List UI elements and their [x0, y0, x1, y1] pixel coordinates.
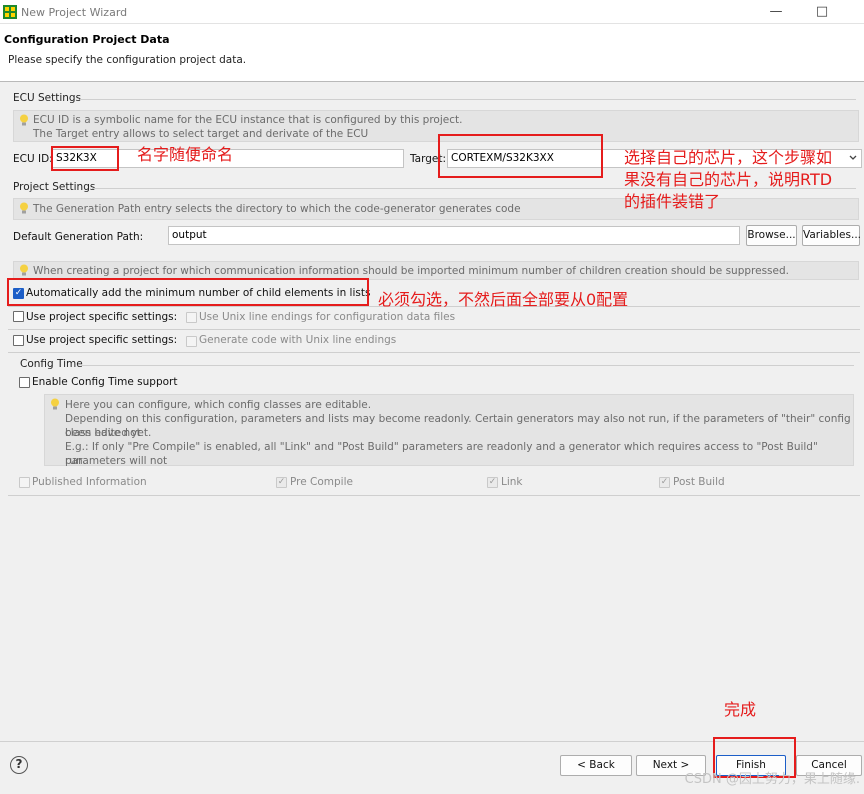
project-specific-checkbox-2[interactable] — [13, 335, 24, 346]
app-icon — [3, 5, 17, 19]
pre-compile-label: Pre Compile — [290, 476, 353, 488]
project-info-box: The Generation Path entry selects the di… — [13, 198, 859, 220]
project-specific-label-2: Use project specific settings: — [26, 334, 178, 346]
unix-endings-config-label: Use Unix line endings for configuration … — [199, 311, 456, 323]
ecu-info-line-2: The Target entry allows to select target… — [33, 128, 369, 140]
published-info-checkbox[interactable] — [19, 477, 30, 488]
post-build-checkbox[interactable]: ✓ — [659, 477, 670, 488]
pre-compile-checkbox[interactable]: ✓ — [276, 477, 287, 488]
variables-button[interactable]: Variables... — [802, 225, 861, 246]
unix-endings-config-checkbox[interactable] — [186, 312, 197, 323]
chevron-down-icon — [849, 155, 857, 160]
lightbulb-icon — [20, 264, 28, 276]
annotation-box-checkbox — [7, 278, 369, 306]
link-label: Link — [501, 476, 523, 488]
divider — [8, 495, 860, 496]
browse-button[interactable]: Browse... — [746, 225, 797, 246]
annotation-box-ecu-id — [51, 146, 119, 171]
window-titlebar: New Project Wizard — □ — [0, 0, 864, 24]
maximize-button[interactable]: □ — [808, 3, 836, 21]
enable-config-time-label: Enable Config Time support — [32, 376, 178, 388]
help-icon[interactable]: ? — [10, 756, 28, 774]
divider — [82, 365, 854, 366]
ecu-info-box: ECU ID is a symbolic name for the ECU in… — [13, 110, 859, 142]
unix-endings-code-label: Generate code with Unix line endings — [199, 334, 397, 346]
ecu-settings-label: ECU Settings — [13, 92, 82, 104]
annotation-box-target — [438, 134, 603, 178]
divider — [8, 352, 860, 353]
project-specific-label-1: Use project specific settings: — [26, 311, 178, 323]
config-time-info-box: Here you can configure, which config cla… — [44, 394, 854, 467]
project-specific-checkbox-1[interactable] — [13, 311, 24, 322]
page-subtitle: Please specify the configuration project… — [8, 54, 247, 66]
enable-config-time-checkbox[interactable] — [19, 377, 30, 388]
annotation-target-note-1: 选择自己的芯片，这个步骤如 — [624, 148, 833, 167]
lightbulb-icon — [51, 398, 59, 410]
config-info-line-4: E.g.: If only "Pre Compile" is enabled, … — [65, 441, 818, 467]
annotation-finish-note: 完成 — [724, 700, 757, 719]
divider — [80, 99, 856, 100]
lightbulb-icon — [20, 202, 28, 214]
config-time-label: Config Time — [20, 358, 83, 370]
project-info-text: The Generation Path entry selects the di… — [33, 203, 521, 215]
lightbulb-icon — [20, 114, 28, 126]
comm-info-text: When creating a project for which commun… — [33, 265, 789, 277]
divider — [8, 329, 860, 330]
unix-endings-code-checkbox[interactable] — [186, 336, 197, 347]
config-info-line-5: run. — [65, 455, 86, 467]
page-title: Configuration Project Data — [4, 33, 170, 46]
back-button[interactable]: < Back — [560, 755, 632, 776]
annotation-target-note-2: 果没有自己的芯片，说明RTD — [624, 170, 833, 189]
config-info-line-1: Here you can configure, which config cla… — [65, 399, 372, 411]
annotation-name-note: 名字随便命名 — [137, 145, 234, 164]
annotation-target-note-3: 的插件装错了 — [624, 192, 721, 211]
watermark: CSDN @因上努力，果上随缘. — [684, 772, 860, 787]
post-build-label: Post Build — [673, 476, 725, 488]
minimize-button[interactable]: — — [762, 3, 790, 21]
ecu-info-line-1: ECU ID is a symbolic name for the ECU in… — [33, 114, 463, 126]
window-title: New Project Wizard — [21, 6, 128, 19]
config-info-line-3: been edited yet. — [65, 427, 152, 439]
gen-path-label: Default Generation Path: — [13, 231, 144, 243]
project-settings-label: Project Settings — [13, 181, 96, 193]
link-checkbox[interactable]: ✓ — [487, 477, 498, 488]
gen-path-input[interactable]: output — [168, 226, 740, 245]
config-info-line-2: Depending on this configuration, paramet… — [65, 413, 851, 439]
annotation-check-note: 必须勾选，不然后面全部要从0配置 — [378, 290, 629, 309]
ecu-id-label: ECU ID: — [13, 153, 53, 165]
wizard-header: Configuration Project Data Please specif… — [0, 24, 864, 82]
published-info-label: Published Information — [32, 476, 147, 488]
